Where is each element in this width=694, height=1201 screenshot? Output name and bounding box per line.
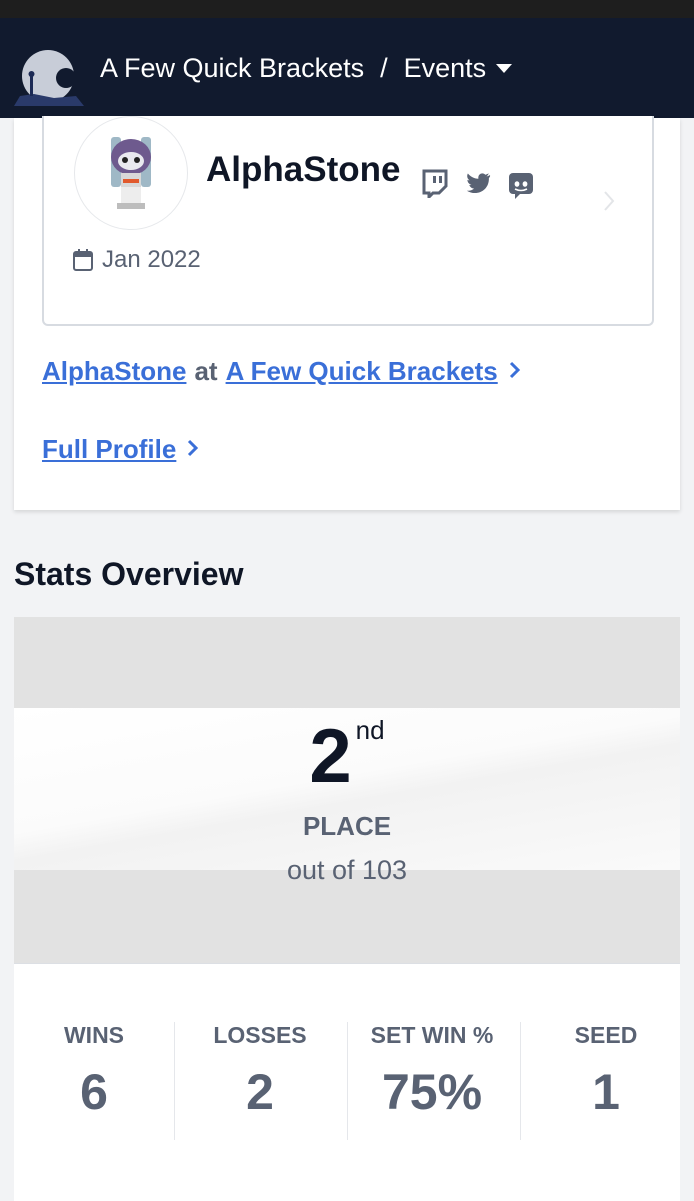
placement-label: PLACE <box>302 811 392 841</box>
stat-divider <box>347 1022 348 1140</box>
stat-seed: SEED 1 <box>526 1022 686 1121</box>
chevron-right-icon[interactable] <box>602 190 616 212</box>
placement-value: 2 <box>309 714 352 799</box>
calendar-icon <box>73 249 93 271</box>
player-summary-card: AlphaStone Jan 2022 AlphaStone at A Few … <box>14 116 680 510</box>
joined-date-text: Jan 2022 <box>102 246 201 273</box>
site-logo[interactable] <box>14 46 84 106</box>
chevron-right-icon[interactable] <box>186 434 200 465</box>
organization-link[interactable]: A Few Quick Brackets <box>226 356 498 387</box>
at-text: at <box>194 356 218 386</box>
stat-losses: LOSSES 2 <box>180 1022 340 1121</box>
status-bar <box>0 0 694 18</box>
player-link[interactable]: AlphaStone <box>42 356 186 387</box>
stat-set-win-percent: SET WIN % 75% <box>352 1022 512 1121</box>
breadcrumb-site-title[interactable]: A Few Quick Brackets <box>100 50 364 86</box>
discord-icon[interactable] <box>506 170 536 200</box>
breadcrumb: A Few Quick Brackets / Events <box>100 50 513 86</box>
stat-divider <box>520 1022 521 1140</box>
stat-value: 2 <box>246 1064 274 1120</box>
player-at-org-link-row: AlphaStone at A Few Quick Brackets <box>42 356 522 387</box>
stat-wins: WINS 6 <box>14 1022 174 1121</box>
avatar <box>74 116 188 230</box>
twitch-icon[interactable] <box>420 168 450 201</box>
twitter-icon[interactable] <box>463 168 493 198</box>
stats-grid: WINS 6 LOSSES 2 SET WIN % 75% SEED 1 <box>14 963 680 1201</box>
stat-value: 6 <box>80 1064 108 1120</box>
placement-panel: 2nd PLACE out of 103 <box>14 617 680 963</box>
caret-down-icon <box>496 63 513 73</box>
stat-label: WINS <box>63 1022 125 1048</box>
player-card[interactable]: AlphaStone Jan 2022 <box>42 116 654 326</box>
stat-label: LOSSES <box>213 1022 307 1048</box>
full-profile-link-row: Full Profile <box>42 434 200 465</box>
stat-divider <box>174 1022 175 1140</box>
events-dropdown[interactable]: Events <box>404 50 513 86</box>
joined-date: Jan 2022 <box>72 246 201 274</box>
stat-value: 75% <box>381 1064 483 1120</box>
player-name: AlphaStone <box>206 150 401 189</box>
placement-number: 2nd <box>14 713 680 800</box>
placement-out-of: out of 103 <box>286 855 408 885</box>
stat-value: 1 <box>592 1064 620 1120</box>
top-navigation: A Few Quick Brackets / Events <box>0 18 694 118</box>
chevron-right-icon[interactable] <box>508 356 522 387</box>
placement-suffix: nd <box>355 715 385 745</box>
full-profile-link[interactable]: Full Profile <box>42 434 176 465</box>
stats-overview-heading: Stats Overview <box>14 556 244 592</box>
breadcrumb-separator: / <box>380 53 388 83</box>
events-dropdown-label: Events <box>403 53 487 83</box>
stat-label: SET WIN % <box>370 1022 494 1048</box>
stat-label: SEED <box>574 1022 638 1048</box>
